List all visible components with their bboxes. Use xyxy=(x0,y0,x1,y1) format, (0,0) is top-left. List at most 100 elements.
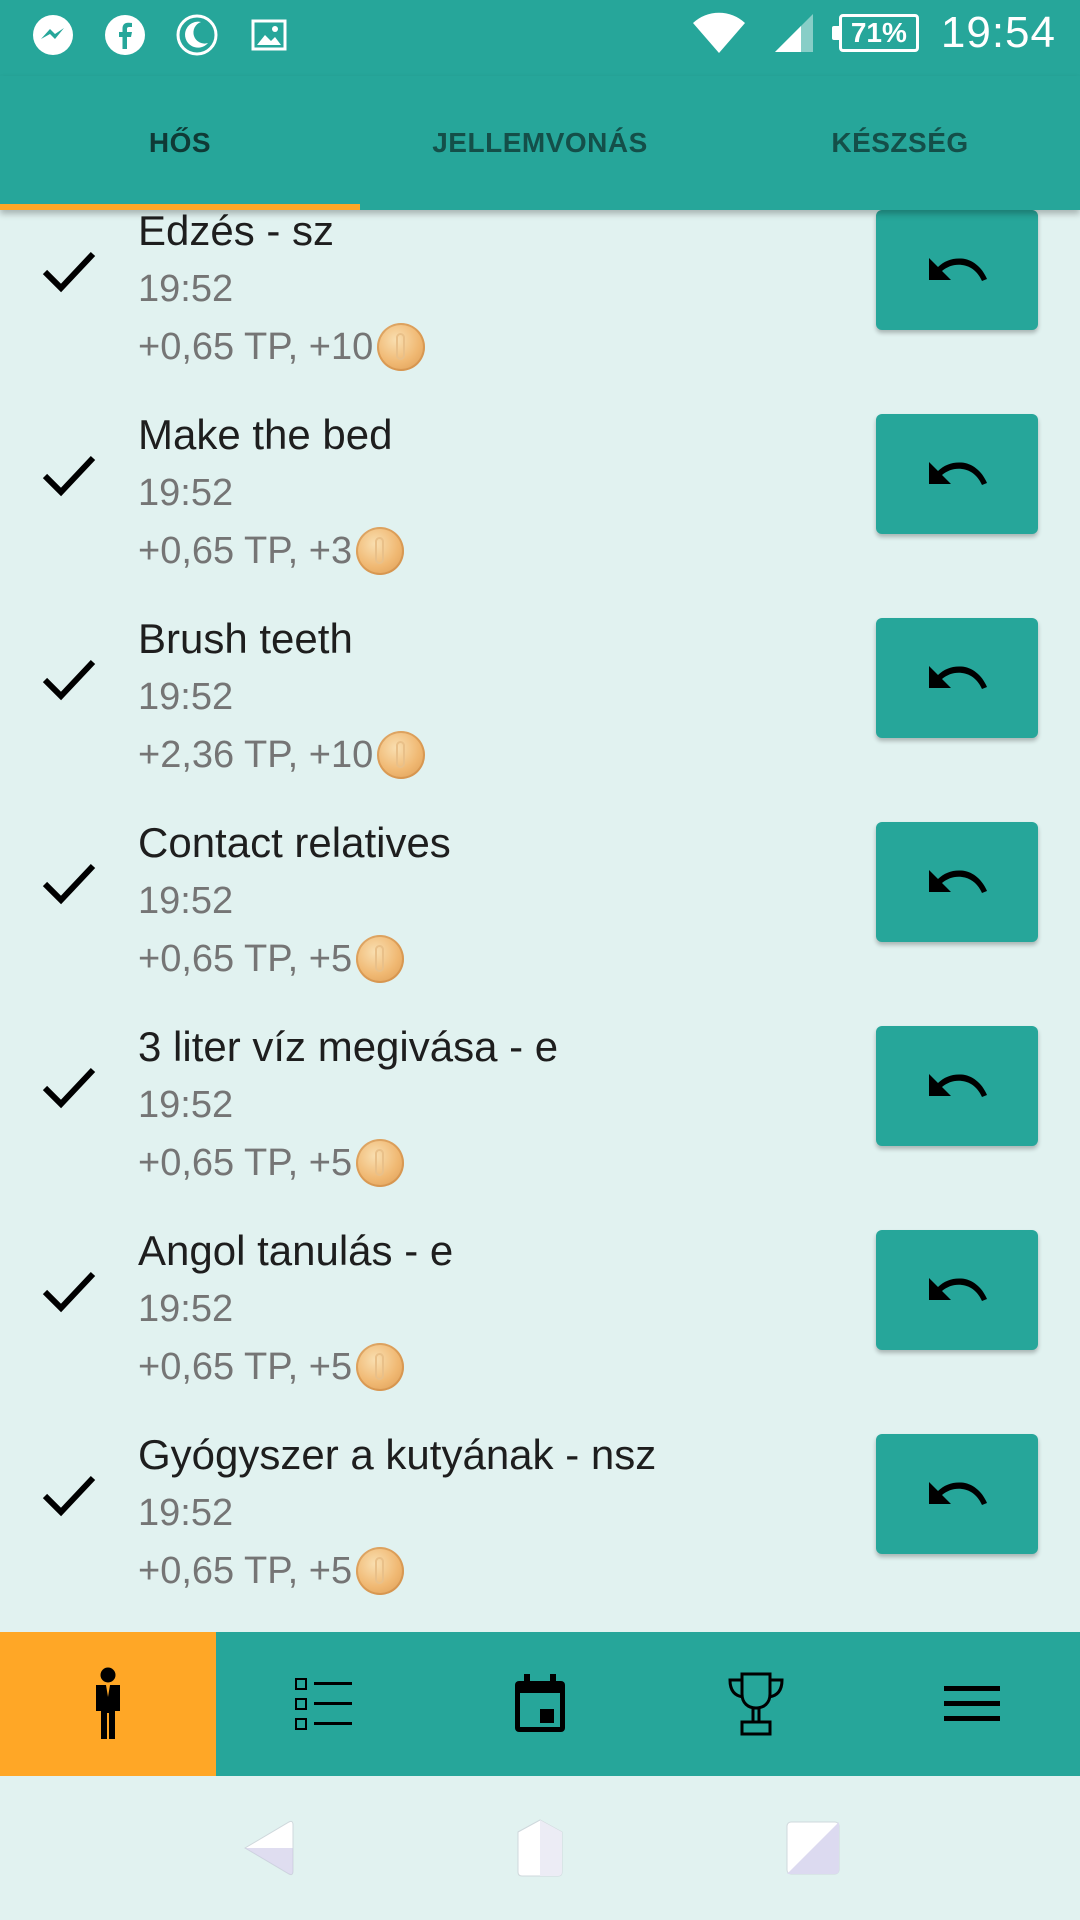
system-recents-button[interactable] xyxy=(778,1813,848,1883)
task-row: Brush teeth 19:52 +2,36 TP, +10 xyxy=(0,588,1080,792)
undo-icon xyxy=(929,666,987,689)
undo-icon xyxy=(929,870,987,893)
task-time: 19:52 xyxy=(138,1288,234,1330)
undo-icon xyxy=(929,1074,987,1097)
task-texts: Brush teeth 19:52 +2,36 TP, +10 xyxy=(138,610,426,784)
task-reward-text: +0,65 TP, +10 xyxy=(138,326,374,368)
bottom-nav xyxy=(0,1632,1080,1776)
hero-person-icon xyxy=(96,1667,120,1739)
task-title: Make the bed xyxy=(138,411,393,458)
task-time: 19:52 xyxy=(138,676,234,718)
task-texts: Contact relatives 19:52 +0,65 TP, +5 xyxy=(138,814,451,988)
coin-icon xyxy=(356,935,405,983)
task-texts: Make the bed 19:52 +0,65 TP, +3 xyxy=(138,406,405,580)
task-reward: +0,65 TP, +10 xyxy=(138,318,426,376)
task-reward: +0,65 TP, +5 xyxy=(138,1542,656,1600)
coin-icon xyxy=(377,731,426,779)
undo-button[interactable] xyxy=(876,822,1038,942)
checklist-icon xyxy=(295,1678,352,1730)
check-icon xyxy=(42,455,96,497)
task-title: Angol tanulás - e xyxy=(138,1227,454,1274)
undo-icon xyxy=(929,1482,987,1505)
undo-icon xyxy=(929,462,987,485)
task-row: Make the bed 19:52 +0,65 TP, +3 xyxy=(0,384,1080,588)
system-home-button[interactable] xyxy=(505,1813,575,1883)
check-icon xyxy=(42,1271,96,1313)
task-time: 19:52 xyxy=(138,880,234,922)
tab-keszseg[interactable]: KÉSZSÉG xyxy=(720,76,1080,210)
recents-icon xyxy=(786,1821,840,1875)
task-texts: 3 liter víz megivása - e 19:52 +0,65 TP,… xyxy=(138,1018,558,1192)
undo-button[interactable] xyxy=(876,1434,1038,1554)
coin-icon xyxy=(356,1547,405,1595)
undo-button[interactable] xyxy=(876,210,1038,330)
check-icon xyxy=(42,251,96,293)
task-reward-text: +0,65 TP, +5 xyxy=(138,938,353,980)
back-triangle-icon xyxy=(243,1820,294,1876)
task-title: Contact relatives xyxy=(138,819,451,866)
task-reward-text: +0,65 TP, +5 xyxy=(138,1346,353,1388)
signal-icon xyxy=(771,10,817,56)
task-time: 19:52 xyxy=(138,268,234,310)
task-title: Edzés - sz xyxy=(138,210,335,254)
task-texts: Edzés - sz 19:52 +0,65 TP, +10 xyxy=(138,210,426,376)
check-icon xyxy=(42,863,96,905)
task-title: Brush teeth xyxy=(138,615,353,662)
undo-button[interactable] xyxy=(876,414,1038,534)
task-row: Angol tanulás - e 19:52 +0,65 TP, +5 xyxy=(0,1200,1080,1404)
task-row: Gyógyszer a kutyának - nsz 19:52 +0,65 T… xyxy=(0,1404,1080,1608)
check-icon xyxy=(42,1475,96,1517)
undo-button[interactable] xyxy=(876,1026,1038,1146)
completed-task-list[interactable]: Edzés - sz 19:52 +0,65 TP, +10 Make the … xyxy=(0,210,1080,1632)
system-back-button[interactable] xyxy=(232,1813,302,1883)
coin-icon xyxy=(356,1139,405,1187)
wifi-icon xyxy=(689,10,749,56)
nav-tasks[interactable] xyxy=(216,1632,432,1776)
task-reward-text: +2,36 TP, +10 xyxy=(138,734,374,776)
nav-menu[interactable] xyxy=(864,1632,1080,1776)
messenger-icon xyxy=(30,12,76,58)
tab-jellemvonas[interactable]: JELLEMVONÁS xyxy=(360,76,720,210)
task-reward-text: +0,65 TP, +5 xyxy=(138,1142,353,1184)
facebook-icon xyxy=(102,12,148,58)
check-icon xyxy=(42,659,96,701)
task-reward: +2,36 TP, +10 xyxy=(138,726,426,784)
task-texts: Angol tanulás - e 19:52 +0,65 TP, +5 xyxy=(138,1222,453,1396)
menu-icon xyxy=(944,1686,1000,1721)
tab-hos[interactable]: HŐS xyxy=(0,76,360,210)
status-time: 19:54 xyxy=(940,8,1056,57)
task-reward-text: +0,65 TP, +5 xyxy=(138,1550,353,1592)
task-reward-text: +0,65 TP, +3 xyxy=(138,530,353,572)
coin-icon xyxy=(377,323,426,371)
task-row: Edzés - sz 19:52 +0,65 TP, +10 xyxy=(0,210,1080,384)
task-row: 3 liter víz megivása - e 19:52 +0,65 TP,… xyxy=(0,996,1080,1200)
undo-button[interactable] xyxy=(876,618,1038,738)
task-time: 19:52 xyxy=(138,472,234,514)
task-title: 3 liter víz megivása - e xyxy=(138,1023,559,1070)
home-icon xyxy=(517,1819,563,1877)
task-texts: Gyógyszer a kutyának - nsz 19:52 +0,65 T… xyxy=(138,1426,656,1600)
trophy-icon xyxy=(728,1672,784,1736)
task-reward: +0,65 TP, +5 xyxy=(138,930,451,988)
system-nav-bar xyxy=(0,1776,1080,1920)
task-time: 19:52 xyxy=(138,1492,234,1534)
coin-icon xyxy=(356,527,405,575)
task-reward: +0,65 TP, +5 xyxy=(138,1134,558,1192)
task-reward: +0,65 TP, +3 xyxy=(138,522,405,580)
nav-achievements[interactable] xyxy=(648,1632,864,1776)
battery-indicator: 71% xyxy=(831,14,919,52)
nav-calendar[interactable] xyxy=(432,1632,648,1776)
night-mode-icon xyxy=(174,12,220,58)
task-reward: +0,65 TP, +5 xyxy=(138,1338,453,1396)
check-icon xyxy=(42,1067,96,1109)
nav-hero[interactable] xyxy=(0,1632,216,1776)
undo-icon xyxy=(929,1278,987,1301)
gallery-icon xyxy=(246,12,292,58)
task-title: Gyógyszer a kutyának - nsz xyxy=(138,1431,657,1478)
tab-bar: HŐS JELLEMVONÁS KÉSZSÉG xyxy=(0,76,1080,210)
task-time: 19:52 xyxy=(138,1084,234,1126)
app-screen: 71% 19:54 HŐS JELLEMVONÁS KÉSZSÉG Edzés … xyxy=(0,0,1080,1920)
undo-button[interactable] xyxy=(876,1230,1038,1350)
undo-icon xyxy=(929,258,987,281)
task-row: Contact relatives 19:52 +0,65 TP, +5 xyxy=(0,792,1080,996)
